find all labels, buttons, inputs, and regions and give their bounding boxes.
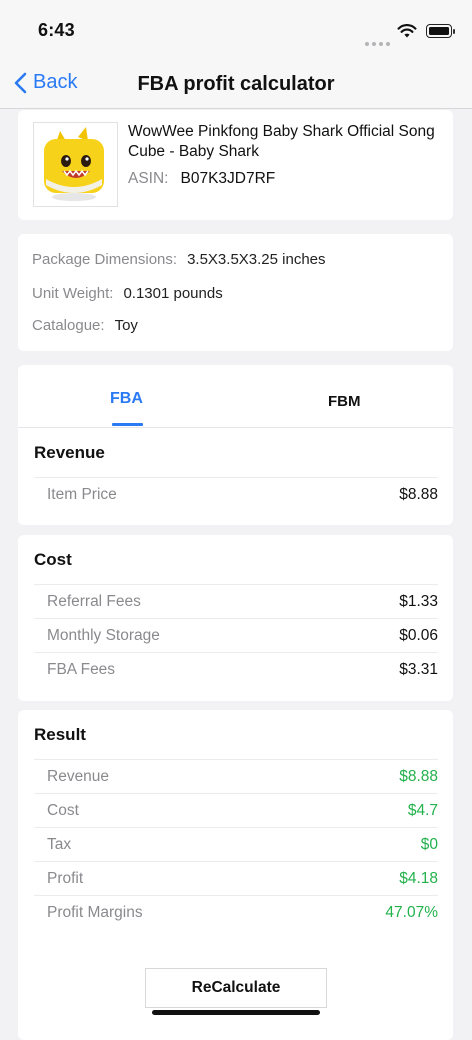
home-indicator xyxy=(152,1010,320,1015)
cost-row-value: $1.33 xyxy=(399,593,438,610)
item-price-row: Item Price $8.88 xyxy=(34,477,438,512)
dimensions-row: Package Dimensions: 3.5X3.5X3.25 inches xyxy=(32,251,326,268)
product-card: WowWee Pinkfong Baby Shark Official Song… xyxy=(18,110,453,220)
cost-row: Referral Fees $1.33 xyxy=(34,584,438,619)
asin-label: ASIN: xyxy=(128,170,169,187)
result-row-label: Tax xyxy=(47,836,72,853)
result-row-label: Profit Margins xyxy=(47,904,143,921)
result-card: Result Revenue $8.88 Cost $4.7 Tax $0 Pr… xyxy=(18,710,453,1040)
dimensions-label: Package Dimensions: xyxy=(32,251,178,268)
cost-row-label: Referral Fees xyxy=(47,593,141,610)
tab-fbm[interactable]: FBM xyxy=(328,393,361,410)
result-row-value: $8.88 xyxy=(399,768,438,785)
result-row-label: Profit xyxy=(47,870,84,887)
catalogue-row: Catalogue: Toy xyxy=(32,317,138,334)
active-tab-indicator xyxy=(112,423,143,426)
item-price-value: $8.88 xyxy=(399,486,438,503)
calculator-card: FBA FBM Revenue Item Price $8.88 xyxy=(18,365,453,525)
cost-title: Cost xyxy=(34,550,72,569)
result-row-value: $0 xyxy=(420,836,438,853)
cost-row-label: Monthly Storage xyxy=(47,627,160,644)
result-row-label: Revenue xyxy=(47,768,110,785)
cellular-signal-icon xyxy=(362,33,390,51)
asin-value: B07K3JD7RF xyxy=(180,170,276,187)
cost-row-label: FBA Fees xyxy=(47,661,116,678)
status-bar: 6:43 xyxy=(0,0,472,62)
catalogue-value: Toy xyxy=(114,317,138,334)
revenue-title: Revenue xyxy=(34,443,105,462)
cost-card: Cost Referral Fees $1.33 Monthly Storage… xyxy=(18,535,453,701)
result-row: Profit Margins 47.07% xyxy=(34,895,438,930)
dimensions-value: 3.5X3.5X3.25 inches xyxy=(187,251,326,268)
wifi-icon xyxy=(397,24,417,44)
result-row: Cost $4.7 xyxy=(34,793,438,828)
product-image xyxy=(33,122,118,207)
package-details-card: Package Dimensions: 3.5X3.5X3.25 inches U… xyxy=(18,234,453,351)
product-name: WowWee Pinkfong Baby Shark Official Song… xyxy=(128,123,435,160)
result-row: Profit $4.18 xyxy=(34,861,438,896)
tab-fba[interactable]: FBA xyxy=(110,390,143,408)
result-row: Tax $0 xyxy=(34,827,438,862)
tab-bar: FBA FBM xyxy=(18,365,453,428)
cost-row: FBA Fees $3.31 xyxy=(34,652,438,687)
weight-label: Unit Weight: xyxy=(32,285,114,302)
result-row-label: Cost xyxy=(47,802,79,819)
result-title: Result xyxy=(34,725,86,744)
result-row: Revenue $8.88 xyxy=(34,759,438,794)
asin-row: ASIN: B07K3JD7RF xyxy=(128,170,275,188)
cost-row: Monthly Storage $0.06 xyxy=(34,618,438,653)
battery-icon xyxy=(426,24,455,38)
catalogue-label: Catalogue: xyxy=(32,317,105,334)
nav-bar: Back FBA profit calculator xyxy=(0,62,472,109)
item-price-label: Item Price xyxy=(47,486,117,503)
status-time: 6:43 xyxy=(38,20,75,40)
result-row-value: 47.07% xyxy=(385,904,438,921)
result-row-value: $4.7 xyxy=(407,802,438,819)
result-row-value: $4.18 xyxy=(399,870,438,887)
weight-value: 0.1301 pounds xyxy=(123,285,223,302)
cost-row-value: $3.31 xyxy=(399,661,438,678)
cost-row-value: $0.06 xyxy=(399,627,438,644)
page-title: FBA profit calculator xyxy=(137,73,335,95)
recalculate-button[interactable]: ReCalculate xyxy=(145,968,327,1008)
weight-row: Unit Weight: 0.1301 pounds xyxy=(32,285,223,302)
